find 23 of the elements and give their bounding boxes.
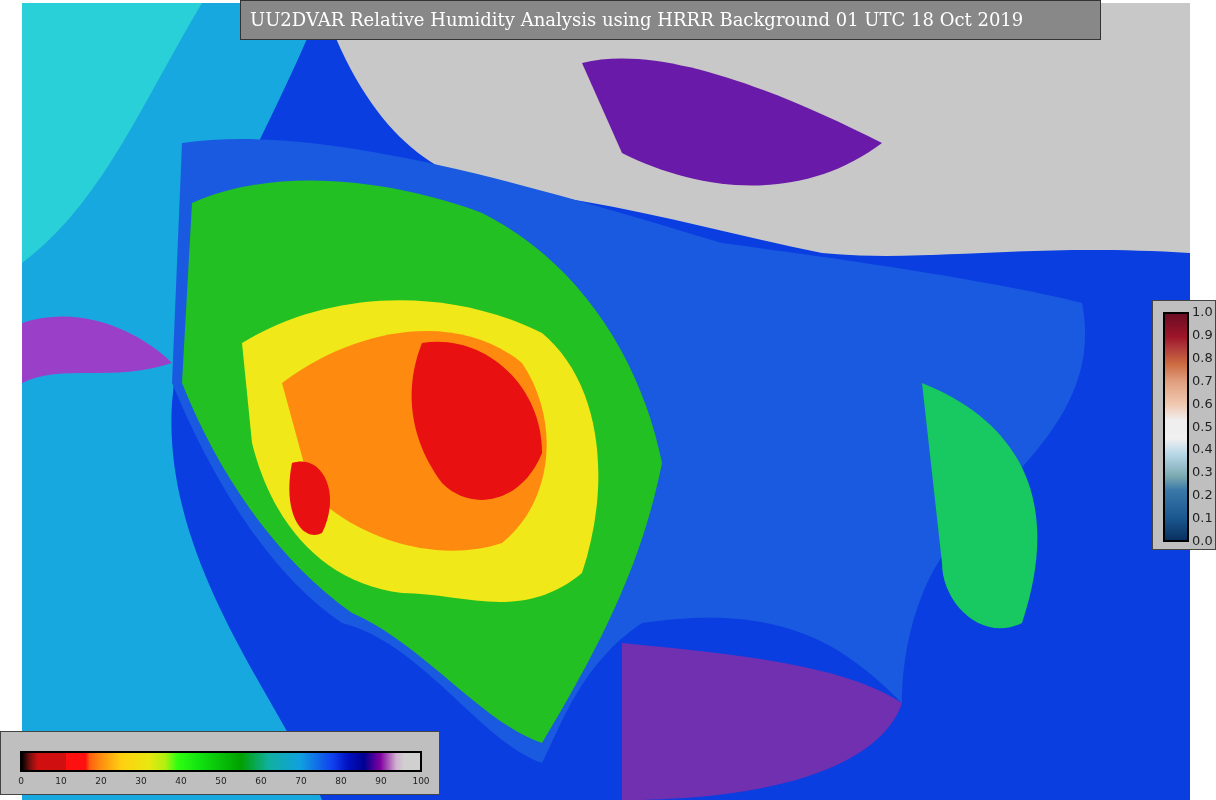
tick-label: 100 — [412, 777, 430, 786]
tick-label: 50 — [215, 777, 227, 786]
tick-label: 60 — [255, 777, 267, 786]
tick-label: 0 — [18, 777, 24, 786]
tick-label: 0.9 — [1192, 327, 1213, 341]
tick-label: 0.8 — [1192, 350, 1213, 364]
tick-label: 0.1 — [1192, 511, 1213, 525]
tick-label: 80 — [335, 777, 347, 786]
tick-label: 40 — [175, 777, 187, 786]
tick-label: 30 — [135, 777, 147, 786]
tick-label: 0.7 — [1192, 373, 1213, 387]
tick-label: 1.0 — [1192, 305, 1213, 318]
tick-label: 0.5 — [1192, 419, 1213, 433]
tick-label: 90 — [375, 777, 387, 786]
tick-label: 70 — [295, 777, 307, 786]
tick-label: 0.0 — [1192, 534, 1213, 547]
tick-label: 20 — [95, 777, 107, 786]
tick-label: 10 — [55, 777, 67, 786]
tick-label: 0.6 — [1192, 396, 1213, 410]
tick-label: 0.4 — [1192, 442, 1213, 456]
tick-label: 0.3 — [1192, 465, 1213, 479]
map-title: UU2DVAR Relative Humidity Analysis using HRRR Background 01 UTC 18 Oct 2019 — [240, 0, 1101, 40]
tick-label: 0.2 — [1192, 488, 1213, 502]
